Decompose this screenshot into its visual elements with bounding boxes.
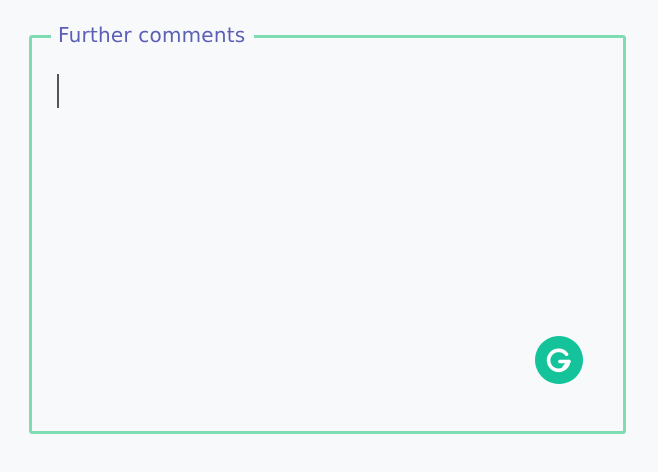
grammarly-icon	[546, 348, 571, 373]
further-comments-textarea[interactable]	[32, 38, 623, 431]
further-comments-field[interactable]: Further comments	[29, 23, 626, 434]
grammarly-button[interactable]	[535, 336, 583, 384]
text-cursor	[57, 74, 59, 108]
